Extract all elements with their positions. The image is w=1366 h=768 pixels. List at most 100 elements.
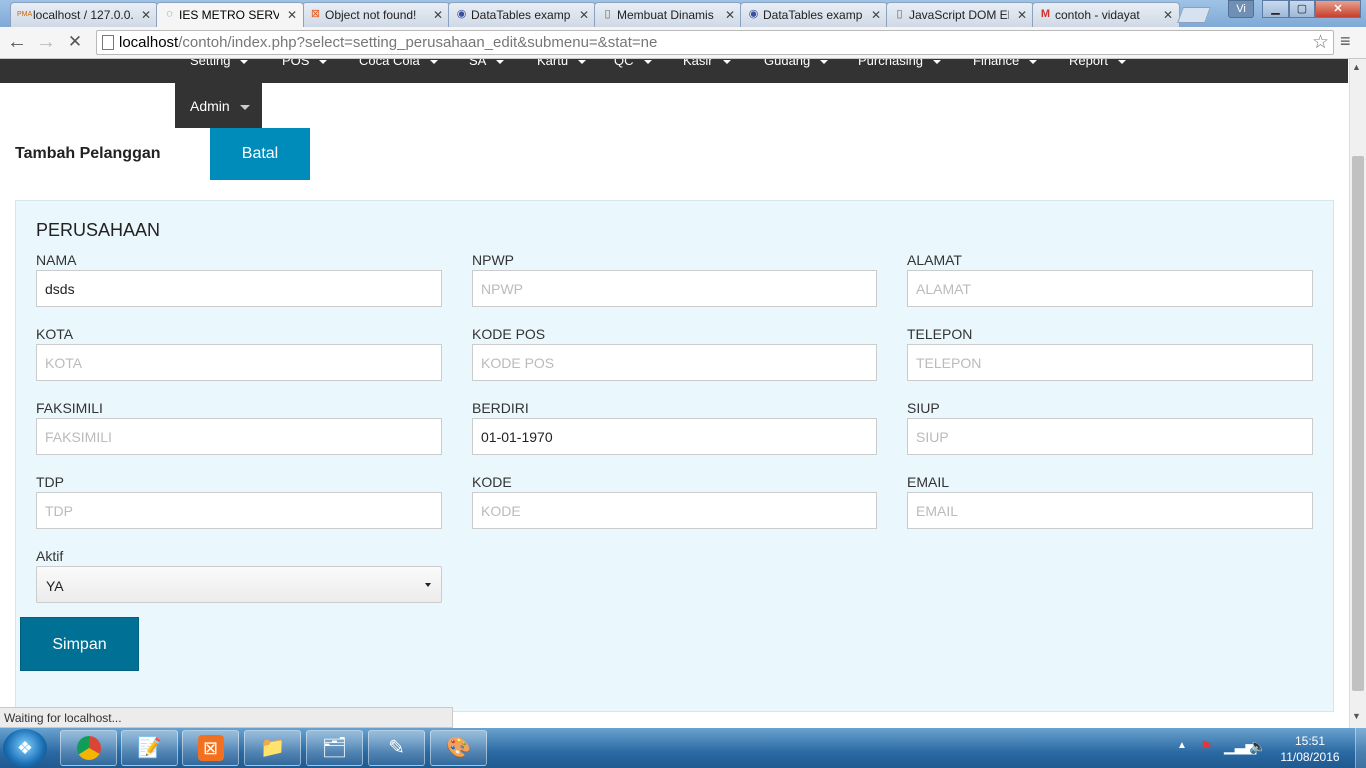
nav-item-setting[interactable]: Setting [190, 59, 249, 77]
browser-tab[interactable]: ⊠ Object not found! ✕ [302, 2, 450, 27]
browser-tab[interactable]: ◉ DataTables example ✕ [740, 2, 888, 27]
browser-menu-icon[interactable]: ≡ [1340, 31, 1351, 52]
scroll-down-icon[interactable]: ▼ [1352, 711, 1361, 721]
caret-down-icon [722, 59, 731, 64]
address-bar[interactable]: localhost/contoh/index.php?select=settin… [96, 30, 1334, 55]
kota-label: KOTA [36, 326, 74, 342]
nav-item-report[interactable]: Report [1069, 59, 1127, 77]
scrollbar-thumb[interactable] [1352, 156, 1364, 691]
nav-item-kartu[interactable]: Kartu [537, 59, 587, 77]
kode-pos-field[interactable] [472, 344, 877, 381]
browser-tab[interactable]: ▯ Membuat Dinamis ✕ [594, 2, 742, 27]
volume-icon[interactable]: 🔈 [1249, 738, 1266, 755]
url-host: localhost [119, 34, 179, 51]
stop-loading-icon[interactable]: ✕ [64, 32, 86, 54]
forward-arrow-icon[interactable]: → [35, 32, 57, 54]
windows-logo-icon: ❖ [16, 738, 34, 758]
nav-item-qc[interactable]: QC [614, 59, 652, 77]
taskbar-pen[interactable]: ✎ [368, 730, 425, 766]
berdiri-label: BERDIRI [472, 400, 529, 416]
close-tab-icon[interactable]: ✕ [141, 8, 151, 22]
close-tab-icon[interactable]: ✕ [1017, 8, 1027, 22]
close-tab-icon[interactable]: ✕ [1163, 8, 1173, 22]
nav-item-pos[interactable]: POS [282, 59, 328, 77]
aktif-select[interactable]: YA [36, 566, 442, 603]
clock-date[interactable]: 11/08/2016 [1270, 750, 1350, 764]
kode-pos-label: KODE POS [472, 326, 546, 342]
taskbar-explorer[interactable]: 📁 [244, 730, 301, 766]
kode-field[interactable] [472, 492, 877, 529]
berdiri-field[interactable] [472, 418, 877, 455]
caret-down-icon [933, 59, 942, 64]
siup-field[interactable] [907, 418, 1313, 455]
start-button[interactable]: ❖ [3, 729, 47, 767]
clock-time[interactable]: 15:51 [1280, 734, 1340, 748]
close-tab-icon[interactable]: ✕ [725, 8, 735, 22]
nav-item-sa[interactable]: SA [469, 59, 505, 77]
caret-down-icon [240, 59, 249, 64]
browser-tab[interactable]: Mcontoh - vidayat ✕ [1032, 2, 1180, 27]
caret-down-icon [429, 59, 438, 64]
browser-tab[interactable]: PMA localhost / 127.0.0.1 ✕ [10, 2, 158, 27]
show-desktop-button[interactable] [1355, 728, 1366, 768]
browser-tab[interactable]: ▯ JavaScript DOM Ele ✕ [886, 2, 1034, 27]
browser-tab[interactable]: ◉ DataTables example ✕ [448, 2, 596, 27]
caret-down-icon [496, 59, 505, 64]
browser-tab-active[interactable]: ◌IES METRO SERVICE✕ [156, 2, 304, 27]
tdp-label: TDP [36, 474, 64, 490]
cancel-button[interactable]: Batal [210, 128, 310, 180]
user-profile-button[interactable]: Vi [1228, 0, 1254, 18]
taskbar-notepad[interactable]: 📝 [121, 730, 178, 766]
maximize-button[interactable]: ▢ [1289, 0, 1315, 18]
kode-label: KODE [472, 474, 512, 490]
close-tab-icon[interactable]: ✕ [433, 8, 443, 22]
browser-toolbar: ← → ✕ localhost/contoh/index.php?select=… [0, 27, 1366, 59]
telepon-field[interactable] [907, 344, 1313, 381]
taskbar-chrome[interactable] [60, 730, 117, 766]
explorer-icon: 📁 [260, 737, 285, 759]
nav-item-kasir[interactable]: Kasir [683, 59, 731, 77]
tdp-field[interactable] [36, 492, 442, 529]
taskbar-paint[interactable]: 🎨 [430, 730, 487, 766]
faksimili-field[interactable] [36, 418, 442, 455]
aktif-selected-value: YA [46, 578, 64, 594]
close-window-button[interactable]: ✕ [1315, 0, 1361, 18]
close-tab-icon[interactable]: ✕ [871, 8, 881, 22]
kota-field[interactable] [36, 344, 442, 381]
scroll-up-icon[interactable]: ▲ [1352, 62, 1361, 72]
faksimili-label: FAKSIMILI [36, 400, 103, 416]
taskbar-files[interactable]: 🗂 [306, 730, 363, 766]
caret-down-icon [578, 59, 587, 64]
nama-label: NAMA [36, 252, 77, 268]
save-button[interactable]: Simpan [20, 617, 139, 671]
siup-label: SIUP [907, 400, 940, 416]
nav-item-finance[interactable]: Finance [973, 59, 1038, 77]
page-scrollbar[interactable]: ▲ ▼ [1349, 59, 1366, 728]
page-icon [102, 35, 114, 50]
bookmark-star-icon[interactable]: ☆ [1312, 31, 1329, 54]
npwp-field[interactable] [472, 270, 877, 307]
gmail-icon: M [1040, 8, 1051, 20]
status-bubble: Waiting for localhost... [0, 707, 453, 728]
network-flag-icon[interactable]: ⚑ [1200, 738, 1213, 755]
nav-item-gudang[interactable]: Gudang [764, 59, 829, 77]
alamat-field[interactable] [907, 270, 1313, 307]
taskbar-xampp[interactable]: ⊠ [182, 730, 239, 766]
tray-expand-icon[interactable]: ▲ [1177, 740, 1187, 751]
caret-down-icon [1029, 59, 1038, 64]
caret-down-icon [643, 59, 652, 64]
email-field[interactable] [907, 492, 1313, 529]
minimize-button[interactable]: ▁ [1262, 0, 1289, 18]
nav-item-purchasing[interactable]: Purchasing [858, 59, 942, 77]
globe-icon: ◉ [456, 8, 467, 20]
close-tab-icon[interactable]: ✕ [287, 8, 297, 22]
alamat-label: ALAMAT [907, 252, 962, 268]
nav-item-admin[interactable]: Admin [175, 83, 262, 128]
close-tab-icon[interactable]: ✕ [579, 8, 589, 22]
nama-field[interactable] [36, 270, 442, 307]
new-tab-button[interactable] [1177, 7, 1211, 23]
dropdown-arrow-icon [425, 583, 431, 587]
paint-icon: 🎨 [446, 737, 471, 759]
back-arrow-icon[interactable]: ← [6, 32, 28, 54]
nav-item-coca-cola[interactable]: Coca Cola [359, 59, 438, 77]
